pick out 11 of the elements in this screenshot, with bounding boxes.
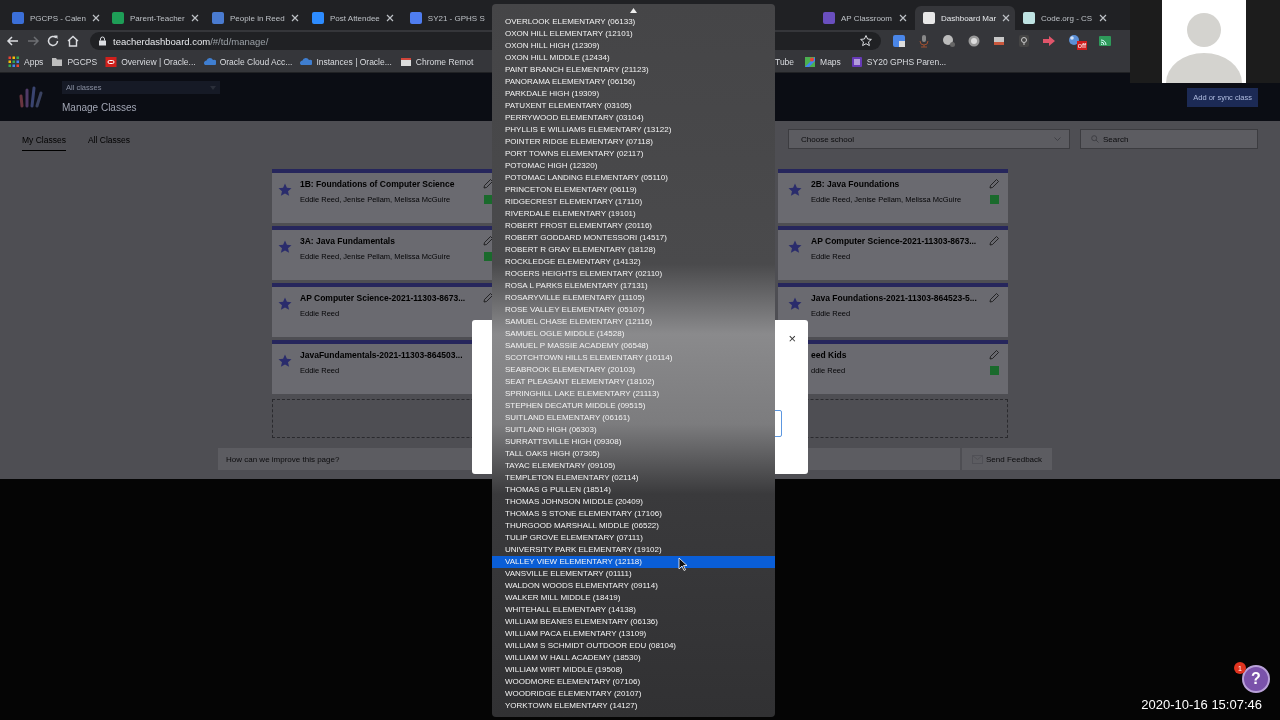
class-title: 3A: Java Fundamentals	[300, 236, 396, 246]
class-title: JavaFundamentals-2021-11303-864503...	[300, 350, 464, 360]
class-title: AP Computer Science-2021-11303-8673...	[300, 293, 467, 303]
class-title: 1B: Foundations of Computer Science	[300, 179, 456, 189]
page-title: Manage Classes	[62, 102, 137, 113]
timestamp: 2020-10-16 15:07:46	[1141, 697, 1262, 712]
class-title: 2B: Java Foundations	[811, 179, 901, 189]
url-text: teacherdashboard.com/#/td/manage/	[113, 35, 269, 47]
class-title: Java Foundations-2021-11303-864523-5...	[811, 293, 978, 303]
class-title: AP Computer Science-2021-11303-8673...	[811, 236, 978, 246]
class-title: eed Kids	[811, 350, 848, 360]
